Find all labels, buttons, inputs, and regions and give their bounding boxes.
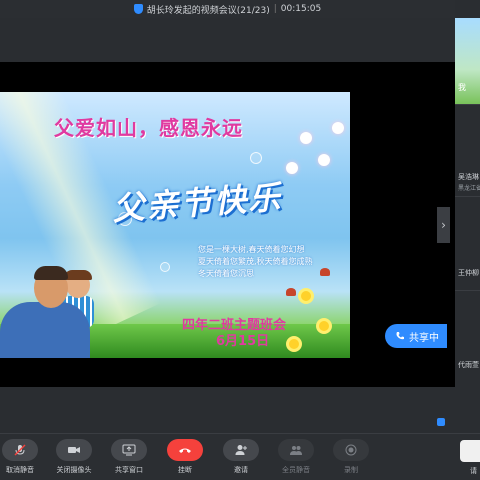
blossom <box>318 154 330 166</box>
meeting-timer: 00:15:05 <box>280 4 322 14</box>
flower <box>286 336 302 352</box>
participant-self-label: 我 <box>458 83 466 92</box>
unmute-label: 取消静音 <box>6 466 34 474</box>
mute-all-button[interactable]: 全员静音 <box>270 439 322 479</box>
sharing-status-label: 共享中 <box>409 332 439 344</box>
screen-bottom-band <box>0 387 455 433</box>
poem-line: 冬天倚着您沉思 <box>198 269 254 278</box>
record-icon <box>333 439 369 461</box>
divider <box>455 196 480 197</box>
bubble <box>250 152 262 164</box>
participant-name[interactable]: 代雨萱 <box>458 360 479 370</box>
share-window-label: 共享窗口 <box>115 466 143 474</box>
father-hair <box>34 266 68 280</box>
bubble <box>160 262 170 272</box>
shared-screen-area: 父爱如山，感恩永远 父亲节快乐 您是一棵大树,春天倚着您幻想 夏天倚着您繁茂,秋… <box>0 18 455 433</box>
camera-icon <box>56 439 92 461</box>
participant-name[interactable]: 王仲柳 <box>458 268 479 278</box>
butterfly <box>320 268 330 276</box>
microphone-off-icon <box>2 439 38 461</box>
divider <box>455 290 480 291</box>
record-button[interactable]: 录制 <box>325 439 377 479</box>
flower <box>316 318 332 334</box>
screen-top-band <box>0 18 455 62</box>
meeting-toolbar: 取消静音 关闭摄像头 共享窗口 挂断 邀请 全员静音 录制 <box>0 433 480 480</box>
participant-name[interactable]: 吴浩琳 <box>458 172 479 182</box>
blossom <box>300 132 312 144</box>
butterfly <box>286 288 296 296</box>
unmute-button[interactable]: 取消静音 <box>0 439 46 479</box>
slide-poem: 您是一棵大树,春天倚着您幻想 夏天倚着您繁茂,秋天倚着您成熟 冬天倚着您沉思 <box>198 244 313 280</box>
share-screen-icon <box>111 439 147 461</box>
more-button[interactable] <box>460 440 480 462</box>
invite-button[interactable]: 邀请 <box>215 439 267 479</box>
meeting-title: 胡长玲发起的视频会议(21/23) <box>146 5 270 16</box>
blossom <box>286 162 298 174</box>
share-window-button[interactable]: 共享窗口 <box>103 439 155 479</box>
users-icon <box>278 439 314 461</box>
slide-banner: 父亲节快乐 <box>111 178 284 228</box>
chat-badge-icon[interactable] <box>437 418 445 426</box>
flower <box>298 288 314 304</box>
blossom <box>332 122 344 134</box>
chevron-right-icon: › <box>441 218 446 232</box>
hangup-label: 挂断 <box>178 466 192 474</box>
more-label: 请 <box>470 467 477 475</box>
phone-icon <box>396 332 404 340</box>
father-figure <box>0 266 92 358</box>
mute-all-label: 全员静音 <box>282 466 310 474</box>
add-user-icon <box>223 439 259 461</box>
poem-line: 您是一棵大树,春天倚着您幻想 <box>198 245 305 254</box>
camera-off-button[interactable]: 关闭摄像头 <box>48 439 100 479</box>
record-label: 录制 <box>344 466 358 474</box>
shield-icon <box>133 4 143 14</box>
poem-line: 夏天倚着您繁茂,秋天倚着您成熟 <box>198 257 313 266</box>
invite-label: 邀请 <box>234 466 248 474</box>
title-separator: | <box>273 4 277 14</box>
divider <box>455 104 480 105</box>
camera-off-label: 关闭摄像头 <box>56 466 92 474</box>
hangup-icon <box>167 439 203 461</box>
hangup-button[interactable]: 挂断 <box>159 439 211 479</box>
sharing-status-button[interactable]: 共享中 <box>385 324 447 348</box>
father-body <box>0 302 90 358</box>
participant-location: 黑龙江省 <box>458 185 480 192</box>
window-titlebar: 胡长玲发起的视频会议(21/23) | 00:15:05 <box>0 0 455 18</box>
slide-title: 父爱如山，感恩永远 <box>54 116 243 140</box>
shared-slide: 父爱如山，感恩永远 父亲节快乐 您是一棵大树,春天倚着您幻想 夏天倚着您繁茂,秋… <box>0 92 350 358</box>
next-page-button[interactable]: › <box>437 207 450 243</box>
slide-date-line: 6月15日 <box>216 334 270 349</box>
